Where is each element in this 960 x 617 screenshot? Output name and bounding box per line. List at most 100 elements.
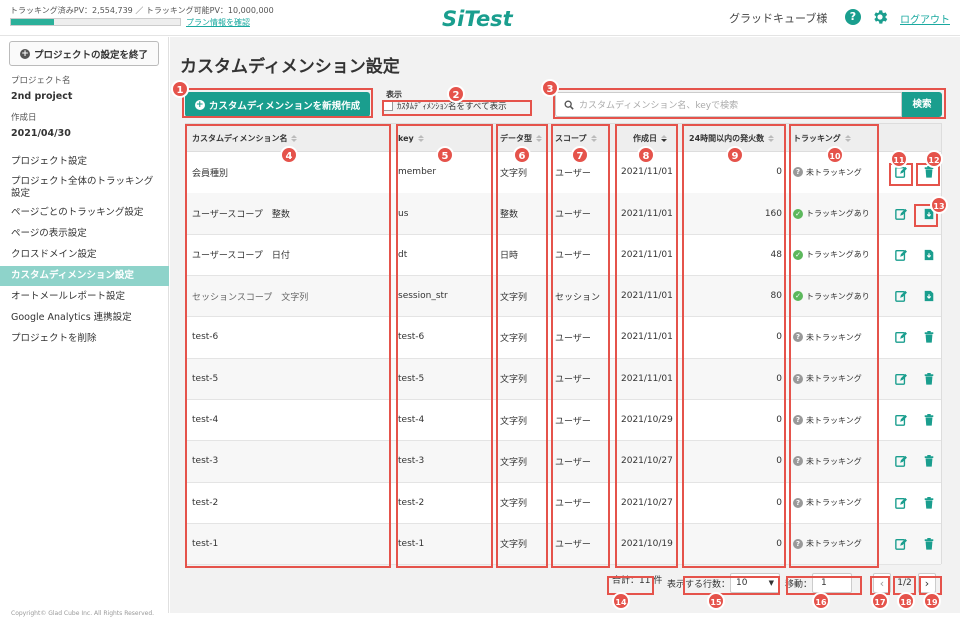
sidebar-item[interactable]: プロジェクトを削除 — [0, 329, 169, 349]
sidebar-item[interactable]: クロスドメイン設定 — [0, 245, 169, 265]
tracking-status: 未トラッキング — [806, 539, 862, 549]
table-row: test-5 test-5 文字列 ユーザー 2021/11/01 0? 未トラッキング — [186, 358, 941, 400]
cell-name: ユーザースコープ 整数 — [192, 210, 290, 221]
gear-icon[interactable] — [871, 8, 889, 26]
col-header-tracking[interactable]: トラッキング — [793, 124, 851, 152]
cell-date: 2021/11/01 — [621, 373, 673, 384]
sidebar-item[interactable]: プロジェクト設定 — [0, 152, 169, 172]
cell-count: 0 — [776, 497, 782, 508]
cell-name: test-4 — [192, 415, 219, 426]
cell-key: us — [398, 208, 409, 219]
question-circle-icon: ? — [793, 373, 803, 384]
create-custom-dimension-label: カスタムディメンションを新規作成 — [208, 100, 361, 112]
plan-info-link[interactable]: プラン情報を確認 — [186, 17, 250, 28]
page-jump-label: 移動： — [785, 579, 813, 590]
sidebar-item[interactable]: カスタムディメンション設定 — [0, 266, 169, 286]
question-circle-icon: ? — [793, 332, 803, 343]
rows-per-page-select[interactable]: 10 ▼ — [730, 573, 781, 593]
show-all-names-checkbox[interactable]: ｶｽﾀﾑﾃﾞｨﾒﾝｼｮﾝ名をすべて表示 — [383, 100, 507, 112]
cell-count: 0 — [776, 332, 782, 343]
plus-circle-icon: + — [19, 48, 30, 59]
sitest-logo[interactable]: SiTest — [440, 4, 520, 32]
cell-count: 80 — [770, 291, 782, 302]
cell-name: test-2 — [192, 497, 219, 508]
page-jump: 移動： 1 — [785, 573, 853, 593]
cell-tracking: ? 未トラッキング — [793, 359, 883, 400]
cell-type: 日時 — [500, 251, 519, 262]
prev-page-button[interactable]: ‹ — [873, 573, 891, 593]
trash-icon[interactable] — [923, 524, 935, 565]
annotation-badge: 14 — [612, 592, 630, 610]
end-project-settings-button[interactable]: + プロジェクトの設定を終了 — [9, 41, 159, 66]
table-row: test-1 test-1 文字列 ユーザー 2021/10/19 0? 未トラッキング — [186, 523, 941, 566]
cell-count: 0 — [776, 456, 782, 467]
cell-date: 2021/10/27 — [621, 456, 673, 467]
copyright: Copyright© Glad Cube Inc. All Rights Res… — [11, 610, 155, 617]
table-row: test-4 test-4 文字列 ユーザー 2021/10/29 0? 未トラッキング — [186, 400, 941, 442]
table-row: test-2 test-2 文字列 ユーザー 2021/10/27 0? 未トラッキング — [186, 482, 941, 524]
cell-tracking: ? 未トラッキング — [793, 441, 883, 482]
check-circle-icon: ✓ — [793, 208, 803, 219]
logout-link[interactable]: ログアウト — [900, 11, 950, 26]
page-title: カスタムディメンション設定 — [180, 57, 400, 77]
next-page-button[interactable]: › — [918, 573, 936, 593]
create-custom-dimension-button[interactable]: + カスタムディメンションを新規作成 — [185, 92, 370, 117]
cell-tracking: ✓ トラッキングあり — [793, 193, 883, 234]
search-input[interactable]: カスタムディメンション名、keyで検索 — [555, 92, 902, 117]
trash-icon[interactable] — [923, 482, 935, 523]
cell-key: test-5 — [398, 373, 425, 384]
edit-icon[interactable] — [895, 276, 907, 317]
cell-name: test-5 — [192, 373, 219, 384]
annotation-badge: 3 — [541, 79, 559, 97]
edit-icon[interactable] — [895, 482, 907, 523]
cell-scope: セッション — [555, 292, 601, 303]
edit-icon[interactable] — [895, 441, 907, 482]
cell-name: ユーザースコープ 日付 — [192, 251, 290, 262]
trash-icon[interactable] — [923, 441, 935, 482]
cell-name: test-1 — [192, 538, 219, 549]
checkbox-icon[interactable] — [383, 101, 393, 111]
cell-scope: ユーザー — [555, 416, 591, 427]
sidebar-item[interactable]: ページごとのトラッキング設定 — [0, 203, 169, 223]
edit-icon[interactable] — [895, 359, 907, 400]
project-name-value: 2nd project — [11, 91, 73, 102]
annotation-badge: 19 — [923, 592, 941, 610]
rows-per-page: 表示する行数： 10 ▼ — [667, 573, 781, 593]
search-button[interactable]: 検索 — [902, 92, 942, 117]
trash-icon[interactable] — [923, 400, 935, 441]
page-jump-input[interactable]: 1 — [812, 573, 853, 593]
edit-icon[interactable] — [895, 524, 907, 565]
cell-name: test-3 — [192, 456, 219, 467]
rows-per-page-label: 表示する行数： — [667, 579, 731, 590]
cell-name: test-6 — [192, 332, 219, 343]
tracking-status: 未トラッキング — [806, 456, 862, 466]
sidebar-item[interactable]: オートメールレポート設定 — [0, 287, 169, 307]
cell-type: 文字列 — [500, 292, 528, 303]
cell-type: 文字列 — [500, 499, 528, 510]
cell-date: 2021/10/27 — [621, 497, 673, 508]
trash-icon[interactable] — [923, 359, 935, 400]
sidebar-item[interactable]: ページの表示設定 — [0, 224, 169, 244]
download-icon[interactable] — [923, 276, 935, 317]
cell-scope: ユーザー — [555, 333, 591, 344]
help-icon[interactable]: ? — [845, 9, 861, 25]
edit-icon[interactable] — [895, 235, 907, 276]
sidebar-item[interactable]: Google Analytics 連携設定 — [0, 308, 169, 328]
download-icon[interactable] — [923, 235, 935, 276]
cell-scope: ユーザー — [555, 210, 591, 221]
cell-type: 文字列 — [500, 416, 528, 427]
annotation-badge: 9 — [726, 146, 744, 164]
edit-icon[interactable] — [895, 317, 907, 358]
sidebar-item[interactable]: プロジェクト全体のトラッキング設定 — [0, 173, 169, 202]
trash-icon[interactable] — [923, 317, 935, 358]
cell-date: 2021/10/19 — [621, 538, 673, 549]
edit-icon[interactable] — [895, 193, 907, 234]
caret-down-icon: ▼ — [768, 579, 775, 587]
annotation-badge: 2 — [447, 85, 465, 103]
cell-key: test-1 — [398, 538, 425, 549]
col-header-key[interactable]: key — [398, 124, 424, 152]
cell-tracking: ? 未トラッキング — [793, 482, 883, 523]
edit-icon[interactable] — [895, 400, 907, 441]
end-project-settings-label: プロジェクトの設定を終了 — [33, 49, 148, 61]
annotation-badge: 4 — [280, 146, 298, 164]
